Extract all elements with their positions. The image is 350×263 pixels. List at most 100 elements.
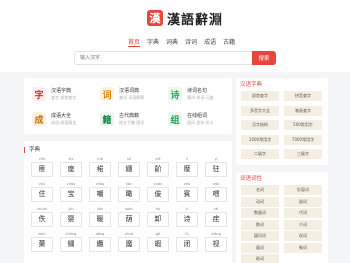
char-pinyin: jiǎn: [96, 207, 104, 211]
radicals-tag[interactable]: 部首查字: [241, 91, 279, 101]
radicals-tag[interactable]: 笔画查字: [284, 105, 322, 116]
cixing-tag[interactable]: 代词: [284, 208, 322, 218]
nav-guji[interactable]: 古籍: [223, 37, 235, 47]
char-pinyin: chéng: [65, 232, 77, 236]
main-nav: 首页 字典 词典 诗词 成语 古籍: [128, 37, 235, 47]
radicals-tag[interactable]: 7000常用字: [284, 134, 322, 145]
cixing-tag[interactable]: 疑问词: [241, 231, 279, 241]
char-cell[interactable]: sè 繐: [116, 157, 142, 178]
char-glyph: 住: [31, 187, 53, 202]
char-pinyin: lì: [186, 157, 188, 161]
char-pinyin: fù: [185, 232, 189, 236]
radicals-tag[interactable]: 二级字: [241, 149, 279, 159]
char-cell[interactable]: chéng 鏽: [58, 232, 84, 253]
char-glyph: 庢: [60, 162, 82, 177]
char-glyph: 闭: [176, 237, 198, 252]
char-pinyin: gē: [155, 232, 161, 236]
cixing-tag[interactable]: 介词: [284, 219, 322, 230]
char-cell[interactable]: zhù 住: [29, 182, 55, 203]
radicals-tag[interactable]: 拼音查字: [284, 91, 322, 101]
char-pinyin: sè: [127, 157, 131, 161]
char-cell[interactable]: chǎ 㕍: [29, 157, 55, 178]
category-text: 古代典籍 经史子集 国学: [119, 113, 144, 126]
char-cell[interactable]: jì 诗: [174, 207, 200, 228]
char-glyph: 㕍: [31, 162, 53, 177]
nav-chengyu[interactable]: 成语: [204, 37, 216, 47]
char-glyph: 视: [205, 237, 227, 252]
category-name: 成语大全: [51, 112, 72, 119]
cixing-tag[interactable]: 数量词: [241, 208, 279, 218]
radicals-tag[interactable]: 汉字结构: [241, 120, 279, 130]
char-pinyin: yuán: [153, 182, 163, 186]
cixing-tag[interactable]: 名词: [241, 185, 279, 195]
category-text: 成语大全 成语 成语接龙: [51, 113, 76, 126]
cixing-tag[interactable]: 量词: [241, 242, 279, 253]
cixing-tag[interactable]: 助词: [241, 254, 279, 263]
site-logo[interactable]: 漢 漢語辭淵: [147, 9, 223, 28]
logo-mark: 漢: [147, 10, 163, 26]
cixing-tag[interactable]: 形容词: [284, 185, 322, 195]
category-desc: 查词 词语解释: [119, 94, 145, 100]
cixing-panel: 词语词性 名词 形容词 动词 副词 数量词 代词 数词 介词 疑问词 叹词 量词 象词 助词: [236, 172, 328, 263]
category-text: 诗词名句 唐诗 宋词 元曲: [187, 88, 214, 101]
char-cell[interactable]: wàn 菓: [29, 232, 55, 253]
category-card[interactable]: 诗诗词名句 唐诗 宋词 元曲: [168, 83, 228, 105]
category-name: 在线组词: [187, 112, 208, 119]
cixing-tag[interactable]: 数词: [241, 219, 279, 230]
char-cell[interactable]: jiàn 瞰: [116, 182, 142, 203]
char-pinyin: chǎo: [66, 182, 76, 186]
char-cell[interactable]: xiǎng 视: [203, 232, 229, 253]
char-cell[interactable]: xiè 齘: [145, 157, 171, 178]
radicals-tag[interactable]: 三级字: [284, 149, 322, 159]
char-cell[interactable]: qiàn 荫: [116, 207, 142, 228]
category-card[interactable]: 籍古代典籍 经史子集 国学: [100, 108, 160, 130]
nav-shici[interactable]: 诗词: [185, 37, 197, 47]
category-card[interactable]: 组在线组词 组词 造句 近义: [168, 108, 228, 130]
radicals-tag[interactable]: 500常用字: [284, 120, 322, 130]
char-glyph: 嘏: [147, 237, 169, 252]
cixing-tag[interactable]: 动词: [241, 196, 279, 207]
char-cell[interactable]: jiǎn 暖: [87, 207, 113, 228]
char-cell[interactable]: ruò 楉: [87, 157, 113, 178]
char-pinyin: dōng: [95, 232, 105, 236]
char-cell[interactable]: dōng 纜: [87, 232, 113, 253]
char-cell[interactable]: gē 嘏: [145, 232, 171, 253]
char-glyph: 賓: [176, 187, 198, 202]
char-cell[interactable]: yí 驻: [203, 157, 229, 178]
char-cell[interactable]: sè 疰: [203, 207, 229, 228]
search-button[interactable]: 搜索: [252, 51, 276, 65]
char-cell[interactable]: yuán 㑓: [145, 182, 171, 203]
char-pinyin: ruò: [97, 157, 103, 161]
nav-cidian[interactable]: 词典: [166, 37, 178, 47]
search-input[interactable]: [74, 51, 252, 65]
cixing-tag[interactable]: 叹词: [284, 231, 322, 241]
char-pinyin: zhāo: [95, 182, 105, 186]
category-card[interactable]: 字汉语字典 查字 部首查字: [32, 83, 92, 105]
radicals-tag[interactable]: 1000常用字: [241, 134, 279, 145]
char-cell[interactable]: lì 㻺: [174, 157, 200, 178]
char-cell[interactable]: chuài 佚: [29, 207, 55, 228]
nav-home[interactable]: 首页: [128, 37, 141, 47]
char-cell[interactable]: zhǔ 賓: [174, 182, 200, 203]
char-cell[interactable]: wǎi 喂: [203, 182, 229, 203]
cixing-tag[interactable]: 象词: [284, 242, 322, 253]
char-cell[interactable]: yīn 婴: [58, 207, 84, 228]
char-cell[interactable]: fù 闭: [174, 232, 200, 253]
category-card[interactable]: 词汉语词典 查词 词语解释: [100, 83, 160, 105]
category-text: 汉语词典 查词 词语解释: [119, 88, 144, 101]
char-glyph: 荫: [118, 212, 140, 227]
char-cell[interactable]: zhāo 嘲: [87, 182, 113, 203]
char-cell[interactable]: hú 卸: [145, 207, 171, 228]
char-pinyin: jiàn: [125, 182, 133, 186]
category-icon: 成: [32, 112, 46, 126]
char-glyph: 㑓: [147, 187, 169, 202]
char-cell[interactable]: zhì 庢: [58, 157, 84, 178]
char-cell[interactable]: zhuó 魔: [116, 232, 142, 253]
category-card[interactable]: 成成语大全 成语 成语接龙: [32, 108, 92, 130]
char-glyph: 菓: [31, 237, 53, 252]
nav-zidian[interactable]: 字典: [147, 37, 159, 47]
char-cell[interactable]: chǎo 宝: [58, 182, 84, 203]
cixing-tag[interactable]: 副词: [284, 196, 322, 207]
category-desc: 唐诗 宋词 元曲: [187, 94, 214, 100]
radicals-tag[interactable]: 多音字大全: [241, 105, 279, 116]
